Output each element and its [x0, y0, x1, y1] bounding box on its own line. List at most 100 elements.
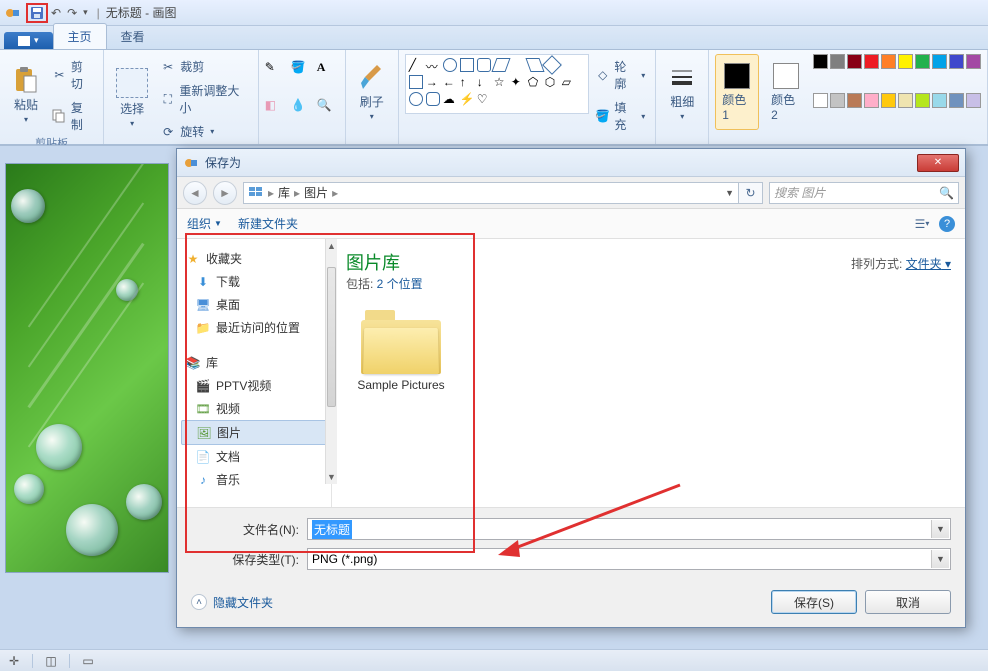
locations-link[interactable]: 2 个位置	[377, 277, 423, 291]
group-brush: 刷子 ▾	[346, 50, 399, 144]
color1-button[interactable]: 颜色 1	[715, 54, 759, 130]
palette-swatch[interactable]	[915, 93, 930, 108]
address-bar[interactable]: ▸ 库 ▸ 图片 ▸ ▼	[243, 182, 739, 204]
palette-swatch[interactable]	[847, 54, 862, 69]
palette-swatch[interactable]	[932, 93, 947, 108]
view-button[interactable]: ☰▾	[913, 215, 931, 233]
palette-swatch[interactable]	[898, 54, 913, 69]
copy-button[interactable]: 复制	[48, 97, 97, 135]
qat-customize[interactable]: ▾	[83, 7, 88, 18]
palette-swatch[interactable]	[949, 93, 964, 108]
palette-swatch[interactable]	[813, 54, 828, 69]
tab-view[interactable]: 查看	[107, 24, 159, 49]
resize-button[interactable]: ⛶重新调整大小	[156, 80, 252, 118]
palette-swatch[interactable]	[932, 54, 947, 69]
text-tool[interactable]: A	[317, 60, 339, 94]
document-icon: 📄	[195, 449, 211, 465]
brush-button[interactable]: 刷子 ▾	[352, 54, 392, 130]
palette-swatch[interactable]	[813, 93, 828, 108]
search-input[interactable]: 搜索 图片 🔍	[769, 182, 959, 204]
window-title: 无标题 - 画图	[106, 4, 177, 21]
close-icon: ✕	[934, 157, 942, 168]
chevron-up-icon: ˄	[191, 594, 207, 610]
hide-folders-toggle[interactable]: ˄ 隐藏文件夹	[191, 594, 273, 611]
filename-dropdown[interactable]: ▼	[931, 520, 949, 538]
undo-button[interactable]: ↶	[51, 6, 61, 20]
palette-swatch[interactable]	[847, 93, 862, 108]
paste-icon	[12, 66, 40, 94]
cursor-pos-icon: ✛	[6, 653, 22, 669]
dialog-toolbar: 组织▼ 新建文件夹 ☰▾ ?	[177, 209, 965, 239]
palette-swatch[interactable]	[830, 54, 845, 69]
dialog-titlebar[interactable]: 保存为 ✕	[177, 149, 965, 177]
filename-input[interactable]: 无标题 ▼	[307, 518, 951, 540]
cut-button[interactable]: ✂剪切	[48, 56, 97, 94]
tree-pictures[interactable]: 🖼图片	[181, 420, 327, 445]
quick-save-button[interactable]	[26, 3, 48, 23]
color2-swatch	[773, 63, 799, 89]
color2-button[interactable]: 颜色 2	[765, 54, 807, 130]
color-palette[interactable]	[813, 54, 981, 130]
select-button[interactable]: 选择 ▾	[110, 54, 154, 142]
save-button[interactable]: 保存(S)	[771, 590, 857, 614]
folder-icon	[361, 310, 441, 374]
palette-swatch[interactable]	[949, 54, 964, 69]
folder-content[interactable]: 图片库 包括: 2 个位置 排列方式: 文件夹 ▾ Sample Picture…	[332, 239, 965, 507]
palette-swatch[interactable]	[864, 54, 879, 69]
canvas-image[interactable]	[6, 164, 168, 572]
recent-icon: 📁	[195, 320, 211, 336]
fill-button[interactable]: 🪣填充▾	[591, 97, 649, 135]
close-button[interactable]: ✕	[917, 154, 959, 172]
palette-swatch[interactable]	[966, 54, 981, 69]
file-tab[interactable]: ▾	[4, 32, 53, 49]
crop-button[interactable]: ✂裁剪	[156, 56, 252, 77]
copy-icon	[52, 108, 67, 124]
save-as-dialog: 保存为 ✕ ◄ ► ▸ 库 ▸ 图片 ▸ ▼ ↻ 搜索 图片 🔍 组织▼ 新建文…	[176, 148, 966, 628]
shapes-gallery[interactable]: ╱〰→←↑↓☆✦⬠⬡▱ ☁⚡♡	[405, 54, 589, 114]
tree-music[interactable]: ♪音乐	[181, 468, 327, 491]
palette-swatch[interactable]	[966, 93, 981, 108]
palette-swatch[interactable]	[881, 54, 896, 69]
tree-videos[interactable]: 🎞视频	[181, 397, 327, 420]
filetype-select[interactable]: PNG (*.png) ▼	[307, 548, 951, 570]
dialog-footer: ˄ 隐藏文件夹 保存(S) 取消	[177, 584, 965, 626]
cancel-button[interactable]: 取消	[865, 590, 951, 614]
paste-button[interactable]: 粘贴 ▾	[6, 54, 46, 135]
palette-swatch[interactable]	[830, 93, 845, 108]
help-button[interactable]: ?	[939, 216, 955, 232]
palette-swatch[interactable]	[881, 93, 896, 108]
newfolder-button[interactable]: 新建文件夹	[238, 215, 298, 232]
tab-home[interactable]: 主页	[53, 23, 107, 49]
palette-swatch[interactable]	[898, 93, 913, 108]
tree-downloads[interactable]: ⬇下载	[181, 270, 327, 293]
tree-favorites[interactable]: ★收藏夹	[181, 247, 327, 270]
picker-tool[interactable]: 💧	[291, 98, 313, 131]
palette-swatch[interactable]	[915, 54, 930, 69]
pencil-tool[interactable]: ✎	[265, 60, 287, 94]
thickness-button[interactable]: 粗细 ▾	[662, 54, 702, 130]
tree-recent[interactable]: 📁最近访问的位置	[181, 316, 327, 339]
palette-swatch[interactable]	[864, 93, 879, 108]
tree-libraries[interactable]: 📚库	[181, 351, 327, 374]
fill-tool[interactable]: 🪣	[291, 60, 313, 94]
selection-size-icon: ◫	[43, 653, 59, 669]
scissors-icon: ✂	[52, 67, 67, 83]
zoom-tool[interactable]: 🔍	[317, 98, 339, 131]
folder-item[interactable]: Sample Pictures	[346, 310, 456, 392]
library-icon: 📚	[185, 355, 201, 371]
tree-documents[interactable]: 📄文档	[181, 445, 327, 468]
back-button[interactable]: ◄	[183, 181, 207, 205]
tree-desktop[interactable]: 🖥桌面	[181, 293, 327, 316]
forward-button[interactable]: ►	[213, 181, 237, 205]
refresh-button[interactable]: ↻	[739, 182, 763, 204]
outline-button[interactable]: ◇轮廓▾	[591, 56, 649, 94]
eraser-tool[interactable]: ◧	[265, 98, 287, 131]
tree-pptv[interactable]: 🎬PPTV视频	[181, 374, 327, 397]
rotate-button[interactable]: ⟳旋转▾	[156, 121, 252, 142]
redo-button[interactable]: ↷	[67, 6, 77, 20]
organize-button[interactable]: 组织▼	[187, 215, 222, 232]
thickness-icon	[668, 63, 696, 91]
filetype-dropdown[interactable]: ▼	[931, 550, 949, 568]
arrange-link[interactable]: 文件夹 ▾	[906, 257, 951, 271]
location-icon	[248, 184, 264, 201]
